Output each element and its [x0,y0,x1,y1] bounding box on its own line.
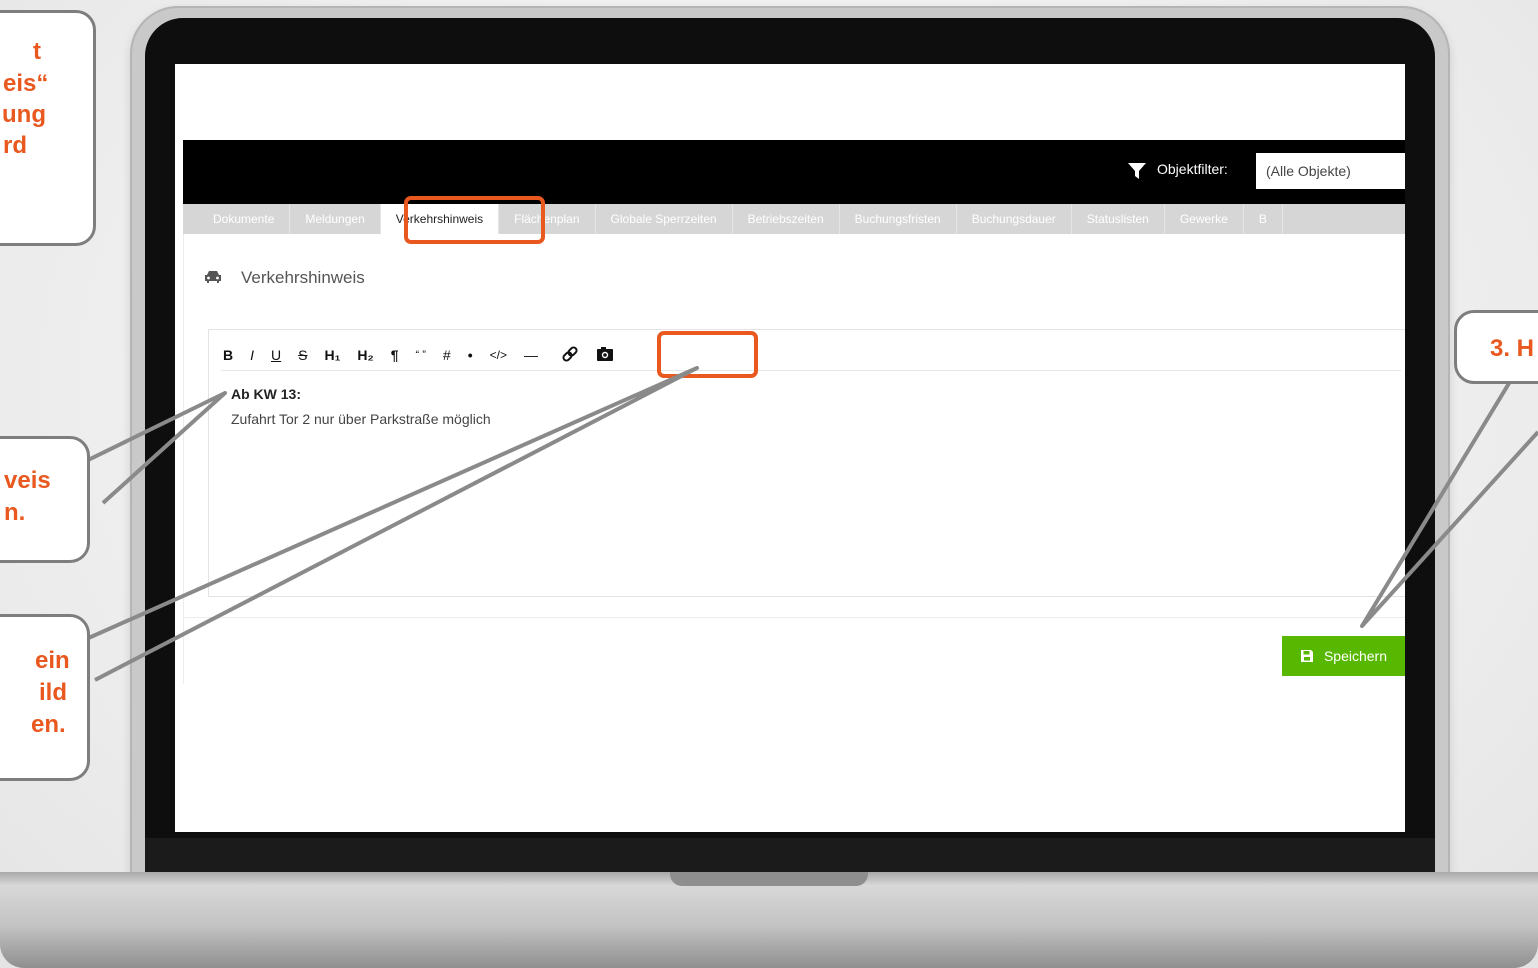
tab-dokumente[interactable]: Dokumente [183,204,291,234]
callout-top-left-line1: t [33,38,41,65]
editor-text-line-2: Zufahrt Tor 2 nur über Parkstraße möglic… [231,411,491,427]
car-icon [205,271,221,283]
filter-label: Objektfilter: [1157,161,1228,177]
callout-low-left-line2: ild [39,679,67,706]
editor-text-line-1: Ab KW 13: [231,386,301,402]
tab-gewerke[interactable]: Gewerke [1165,204,1244,234]
app-screen: Objektfilter: (Alle Objekte) Dokumente M… [175,64,1405,832]
tab-globale-sperrzeiten[interactable]: Globale Sperrzeiten [596,204,733,234]
tab-buchungsfristen[interactable]: Buchungsfristen [840,204,957,234]
code-button[interactable]: </> [490,348,507,362]
strikethrough-button[interactable]: S [298,347,307,363]
tab-bar: Dokumente Meldungen Verkehrshinweis Fläc… [183,204,1405,234]
save-button[interactable]: Speichern [1282,636,1405,676]
section-divider [183,617,1405,618]
callout-top-left: t eis“ ung rd [0,10,96,246]
italic-button[interactable]: I [250,347,254,363]
filter-icon[interactable] [1128,162,1146,180]
editor-toolbar: B I U S H₁ H₂ ¶ “ ” # • </> — [223,344,631,366]
callout-mid-left-line1: veis [4,467,51,494]
ordered-list-button[interactable]: # [443,347,451,363]
object-filter-select[interactable]: (Alle Objekte) [1256,153,1405,189]
heading2-button[interactable]: H₂ [357,347,373,363]
highlight-tab-verkehrshinweis [404,196,545,244]
quote-button[interactable]: “ ” [416,349,426,361]
horizontal-rule-button[interactable]: — [524,347,538,363]
laptop-chin [145,838,1435,876]
callout-top-left-line2: eis“ [3,70,49,97]
heading1-button[interactable]: H₁ [324,347,340,363]
callout-right: 3. H [1454,310,1538,384]
save-icon [1300,650,1313,662]
image-icon[interactable] [596,346,614,365]
tab-more[interactable]: B [1244,204,1283,234]
paragraph-button[interactable]: ¶ [391,347,399,363]
tab-meldungen[interactable]: Meldungen [290,204,381,234]
callout-mid-left: veis n. [0,436,90,563]
laptop-notch [670,872,868,886]
highlight-link-image-buttons [657,331,758,378]
callout-mid-left-line2: n. [4,499,26,526]
tab-buchungsdauer[interactable]: Buchungsdauer [957,204,1072,234]
save-button-label: Speichern [1323,648,1388,664]
rich-text-editor[interactable]: B I U S H₁ H₂ ¶ “ ” # • </> — Ab KW 13: … [208,329,1405,597]
bullet-list-button[interactable]: • [468,347,473,363]
callout-low-left-line3: en. [31,711,66,738]
link-icon[interactable] [561,345,579,366]
bold-button[interactable]: B [223,347,233,363]
callout-low-left-line1: ein [35,647,70,674]
tab-betriebszeiten[interactable]: Betriebszeiten [733,204,840,234]
callout-low-left: ein ild en. [0,614,90,781]
underline-button[interactable]: U [271,347,281,363]
page-title: Verkehrshinweis [241,268,365,287]
callout-top-left-line3: ung [2,101,46,128]
toolbar-divider [221,370,1401,371]
top-bar: Objektfilter: (Alle Objekte) [183,140,1405,204]
callout-right-line1: 3. H [1490,335,1535,362]
laptop-base [0,872,1538,968]
callout-top-left-line4: rd [3,132,27,159]
tab-statuslisten[interactable]: Statuslisten [1072,204,1165,234]
